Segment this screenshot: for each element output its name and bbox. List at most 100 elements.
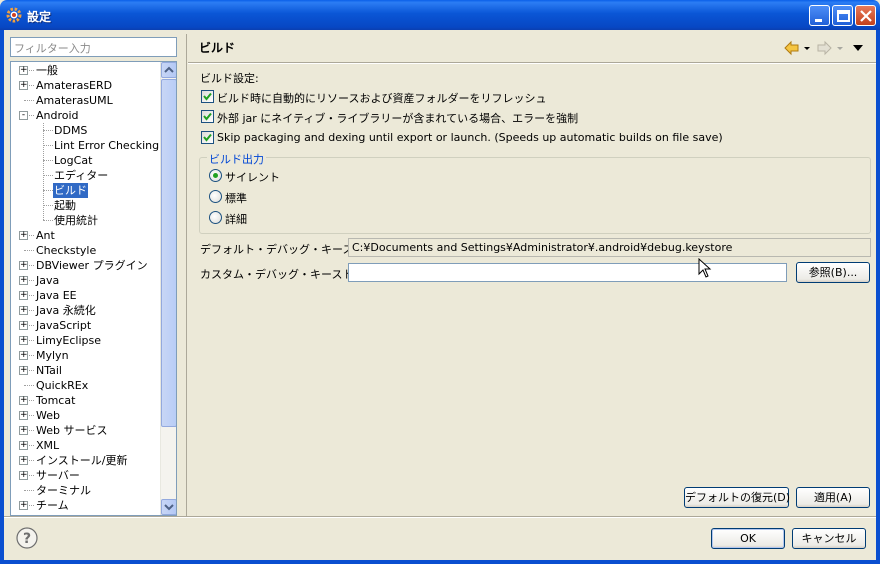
tree-item[interactable]: + 一般 <box>11 63 161 78</box>
expand-icon[interactable]: + <box>19 396 28 405</box>
output-silent-label[interactable]: サイレント <box>225 169 280 185</box>
tree-item[interactable]: + Ant <box>11 228 161 243</box>
expand-icon[interactable]: + <box>19 261 28 270</box>
tree-item[interactable]: + サーバー <box>11 468 161 483</box>
apply-button[interactable]: 適用(A) <box>796 487 870 508</box>
back-nav-button[interactable] <box>783 40 813 56</box>
skip-packaging-label[interactable]: Skip packaging and dexing until export o… <box>217 131 723 144</box>
tree-item[interactable]: + NTail <box>11 363 161 378</box>
chevron-down-icon <box>164 504 174 511</box>
output-normal-label[interactable]: 標準 <box>225 190 247 206</box>
tree-item[interactable]: DDMS <box>11 123 161 138</box>
tree-item[interactable]: AmaterasUML <box>11 93 161 108</box>
tree-connector <box>29 70 34 71</box>
tree-item[interactable]: ターミナル <box>11 483 161 498</box>
expand-icon[interactable]: + <box>19 306 28 315</box>
tree-connector <box>43 220 53 221</box>
restore-defaults-button[interactable]: デフォルトの復元(D) <box>684 487 790 508</box>
forward-nav-button[interactable] <box>816 40 846 56</box>
output-verbose-radio[interactable] <box>209 211 222 224</box>
page-title: ビルド <box>199 41 236 55</box>
browse-button[interactable]: 参照(B)... <box>796 262 870 283</box>
expand-icon[interactable]: + <box>19 321 28 330</box>
tree-item[interactable]: 使用統計 <box>11 213 161 228</box>
pane-splitter[interactable] <box>186 34 187 516</box>
refresh-resources-checkbox[interactable] <box>201 90 214 103</box>
tree-item[interactable]: LogCat <box>11 153 161 168</box>
expand-icon[interactable]: + <box>19 501 28 510</box>
tree-item[interactable]: + Java EE <box>11 288 161 303</box>
dropdown-arrow-icon <box>837 47 843 50</box>
custom-keystore-input[interactable] <box>348 263 787 282</box>
tree-item[interactable]: + JavaScript <box>11 318 161 333</box>
tree-item[interactable]: Lint Error Checking <box>11 138 161 153</box>
output-normal-radio[interactable] <box>209 190 222 203</box>
tree-item[interactable]: + チーム <box>11 498 161 513</box>
filter-input[interactable]: フィルター入力 <box>10 37 177 57</box>
expand-icon[interactable]: + <box>19 456 28 465</box>
maximize-icon <box>837 10 850 22</box>
default-keystore-field[interactable]: C:¥Documents and Settings¥Administrator¥… <box>348 238 871 257</box>
force-error-checkbox[interactable] <box>201 110 214 123</box>
tree-item-label: Java EE <box>36 289 77 302</box>
expand-icon[interactable]: + <box>19 351 28 360</box>
tree-item[interactable]: + Web サービス <box>11 423 161 438</box>
tree-item[interactable]: + AmaterasERD <box>11 78 161 93</box>
tree-item[interactable]: - Android <box>11 108 161 123</box>
tree-item[interactable]: エディター <box>11 168 161 183</box>
expand-icon[interactable]: + <box>19 471 28 480</box>
expand-icon[interactable]: + <box>19 366 28 375</box>
skip-packaging-checkbox[interactable] <box>201 131 214 144</box>
help-icon[interactable]: ? <box>16 527 38 549</box>
expand-icon[interactable]: + <box>19 336 28 345</box>
view-menu-icon[interactable] <box>852 43 864 53</box>
expand-icon[interactable]: + <box>19 441 28 450</box>
tree-item[interactable]: + Web <box>11 408 161 423</box>
tree-connector <box>29 85 34 86</box>
tree-connector <box>29 460 34 461</box>
tree-item[interactable]: 起動 <box>11 198 161 213</box>
maximize-button[interactable] <box>832 5 853 26</box>
expand-icon[interactable]: + <box>19 291 28 300</box>
tree-item-label: Ant <box>36 229 55 242</box>
tree-item[interactable]: + Java 永続化 <box>11 303 161 318</box>
tree-item[interactable]: Checkstyle <box>11 243 161 258</box>
tree-item[interactable]: + Mylyn <box>11 348 161 363</box>
tree-item[interactable]: + Java <box>11 273 161 288</box>
settings-gear-icon <box>6 7 22 23</box>
scroll-down-button[interactable] <box>161 499 176 515</box>
tree-scrollbar[interactable] <box>160 62 176 515</box>
minimize-icon <box>815 19 822 22</box>
ok-button[interactable]: OK <box>711 528 785 549</box>
tree-connector <box>43 205 53 206</box>
preference-tree[interactable]: + 一般 + AmaterasERD AmaterasUML - Android DDMS Li… <box>10 61 177 516</box>
output-silent-radio[interactable] <box>209 169 222 182</box>
expand-icon[interactable]: + <box>19 426 28 435</box>
footer-separator <box>4 516 876 518</box>
tree-connector <box>43 145 53 146</box>
tree-item[interactable]: ビルド <box>11 183 161 198</box>
tree-item[interactable]: + LimyEclipse <box>11 333 161 348</box>
expand-icon[interactable]: + <box>19 411 28 420</box>
tree-item[interactable]: + DBViewer プラグイン <box>11 258 161 273</box>
tree-item[interactable]: + Tomcat <box>11 393 161 408</box>
cancel-button[interactable]: キャンセル <box>792 528 866 549</box>
scroll-up-button[interactable] <box>161 62 176 78</box>
scroll-thumb[interactable] <box>161 79 176 427</box>
minimize-button[interactable] <box>809 5 830 26</box>
tree-item[interactable]: QuickREx <box>11 378 161 393</box>
check-icon <box>203 133 212 142</box>
tree-connector <box>29 325 34 326</box>
tree-item[interactable]: + XML <box>11 438 161 453</box>
force-error-label[interactable]: 外部 jar にネイティブ・ライブラリーが含まれている場合、エラーを強制 <box>217 110 578 126</box>
title-bar[interactable]: 設定 <box>0 0 880 30</box>
collapse-icon[interactable]: - <box>19 111 28 120</box>
expand-icon[interactable]: + <box>19 276 28 285</box>
expand-icon[interactable]: + <box>19 66 28 75</box>
close-button[interactable] <box>855 5 876 26</box>
expand-icon[interactable]: + <box>19 231 28 240</box>
expand-icon[interactable]: + <box>19 81 28 90</box>
tree-item[interactable]: + インストール/更新 <box>11 453 161 468</box>
refresh-resources-label[interactable]: ビルド時に自動的にリソースおよび資産フォルダーをリフレッシュ <box>217 90 546 106</box>
output-verbose-label[interactable]: 詳細 <box>225 211 247 227</box>
